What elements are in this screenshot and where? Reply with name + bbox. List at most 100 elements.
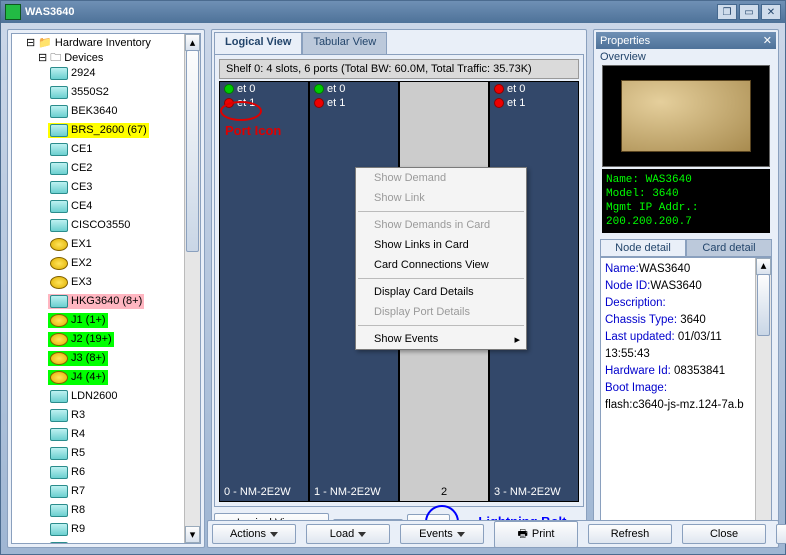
- menu-item: Show Link: [356, 188, 526, 208]
- tree-item[interactable]: BEK3640: [48, 104, 119, 119]
- tree-item-label: LDN2600: [71, 389, 117, 404]
- tree-item[interactable]: EX2: [48, 256, 94, 271]
- port[interactable]: et 1: [310, 96, 398, 110]
- tree-item[interactable]: CISCO3550: [48, 218, 132, 233]
- tab-node-detail[interactable]: Node detail: [600, 239, 686, 257]
- tree-item[interactable]: HKG3640 (8+): [48, 294, 144, 309]
- device-tree[interactable]: ⊟ 📁 Hardware Inventory ⊟ 🗀 Devices 2924 3…: [11, 33, 201, 544]
- close-window-button[interactable]: ✕: [761, 4, 781, 20]
- overview-stats: Name: WAS3640 Model: 3640 Mgmt IP Addr.:…: [602, 169, 770, 233]
- help-button[interactable]: Help: [776, 524, 786, 544]
- port-status-icon: [494, 84, 504, 94]
- events-menu-button[interactable]: Events: [400, 524, 484, 544]
- port-status-icon: [314, 98, 324, 108]
- menu-item[interactable]: Display Card Details: [356, 282, 526, 302]
- tree-item[interactable]: J4 (4+): [48, 370, 108, 385]
- tab-logical-view[interactable]: Logical View: [214, 32, 302, 54]
- tree-item[interactable]: CE4: [48, 199, 94, 214]
- port[interactable]: et 0: [490, 82, 578, 96]
- tree-item-label: BRS_2600 (67): [71, 123, 147, 138]
- tree-item-label: BEK3640: [71, 104, 117, 119]
- detail-scrollbar[interactable]: ▴ ▾: [755, 258, 771, 540]
- titlebar: WAS3640 ❐ ▭ ✕: [1, 1, 785, 23]
- overview-image: [602, 65, 770, 167]
- tree-item[interactable]: CE1: [48, 142, 94, 157]
- tree-item[interactable]: R9: [48, 522, 87, 537]
- tree-item[interactable]: EX3: [48, 275, 94, 290]
- shelf-area: Shelf 0: 4 slots, 6 ports (Total BW: 60.…: [214, 54, 584, 507]
- menu-item[interactable]: Card Connections View: [356, 255, 526, 275]
- scroll-up-button[interactable]: ▴: [756, 258, 771, 275]
- properties-close-icon[interactable]: ✕: [763, 34, 772, 47]
- tree-item[interactable]: J1 (1+): [48, 313, 108, 328]
- slot-card[interactable]: et 0et 10 - NM-2E2W: [220, 82, 308, 501]
- device-icon: [50, 257, 68, 270]
- tree-item[interactable]: 3550S2: [48, 85, 111, 100]
- actions-menu-button[interactable]: Actions: [212, 524, 296, 544]
- maximize-button[interactable]: ▭: [739, 4, 759, 20]
- tree-item[interactable]: 2924: [48, 66, 97, 81]
- tab-card-detail[interactable]: Card detail: [686, 239, 772, 257]
- port-label: et 1: [327, 97, 345, 109]
- device-icon: [50, 523, 68, 536]
- tree-scrollbar[interactable]: ▴ ▾: [184, 34, 200, 543]
- refresh-button[interactable]: Refresh: [588, 524, 672, 544]
- close-button[interactable]: Close: [682, 524, 766, 544]
- tree-item[interactable]: R3: [48, 408, 87, 423]
- menu-separator: [358, 325, 524, 326]
- detail-tabs: Node detail Card detail: [600, 239, 772, 257]
- port-icon-annotation-circle: [220, 101, 262, 121]
- body: ⊟ 📁 Hardware Inventory ⊟ 🗀 Devices 2924 3…: [1, 23, 785, 554]
- tree-item[interactable]: R6: [48, 465, 87, 480]
- tree-item-label: 2924: [71, 66, 95, 81]
- port[interactable]: et 1: [490, 96, 578, 110]
- tree-item[interactable]: R4: [48, 427, 87, 442]
- tree-item[interactable]: R7: [48, 484, 87, 499]
- scroll-up-button[interactable]: ▴: [185, 34, 200, 51]
- device-icon: [50, 504, 68, 517]
- tree-item[interactable]: LDN2600: [48, 389, 119, 404]
- tab-tabular-view[interactable]: Tabular View: [302, 32, 387, 54]
- device-icon: [50, 238, 68, 251]
- menu-item: Show Demands in Card: [356, 215, 526, 235]
- device-icon: [50, 219, 68, 232]
- tree-root[interactable]: ⊟ 📁 Hardware Inventory: [24, 36, 153, 51]
- tree-item[interactable]: BRS_2600 (67): [48, 123, 149, 138]
- shelf-header: Shelf 0: 4 slots, 6 ports (Total BW: 60.…: [219, 59, 579, 79]
- port-icon-annotation-label: Port Icon: [225, 123, 281, 138]
- menu-item: Show Demand: [356, 168, 526, 188]
- tree-item-label: CE3: [71, 180, 92, 195]
- tree-item[interactable]: EX1: [48, 237, 94, 252]
- tree-item-label: R9: [71, 522, 85, 537]
- menu-item[interactable]: Show Links in Card: [356, 235, 526, 255]
- tree-item-label: J4 (4+): [71, 370, 106, 385]
- tree-item-label: J2 (19+): [71, 332, 112, 347]
- tree-item[interactable]: R10: [48, 541, 93, 544]
- device-icon: [50, 162, 68, 175]
- menu-item[interactable]: Show Events▸: [356, 329, 526, 349]
- undock-button[interactable]: ❐: [717, 4, 737, 20]
- triangle-down-icon: [270, 532, 278, 537]
- tree-item-label: R8: [71, 503, 85, 518]
- tree-item[interactable]: J2 (19+): [48, 332, 114, 347]
- scroll-thumb[interactable]: [186, 50, 199, 252]
- tree-item-label: EX1: [71, 237, 92, 252]
- bottom-toolbar: Actions Load Events 🖶Print Refresh Close…: [207, 520, 779, 548]
- scroll-thumb[interactable]: [757, 274, 770, 336]
- device-icon: [50, 276, 68, 289]
- tree-item-label: R4: [71, 427, 85, 442]
- load-menu-button[interactable]: Load: [306, 524, 390, 544]
- tree-item[interactable]: J3 (8+): [48, 351, 108, 366]
- properties-header: Properties ✕: [596, 32, 776, 49]
- tree-item[interactable]: CE2: [48, 161, 94, 176]
- tree-item[interactable]: CE3: [48, 180, 94, 195]
- menu-separator: [358, 211, 524, 212]
- scroll-down-button[interactable]: ▾: [185, 526, 200, 543]
- port[interactable]: et 0: [310, 82, 398, 96]
- tree-devices[interactable]: ⊟ 🗀 Devices: [36, 51, 105, 66]
- print-button[interactable]: 🖶Print: [494, 521, 578, 548]
- tree-item[interactable]: R8: [48, 503, 87, 518]
- tree-item[interactable]: R5: [48, 446, 87, 461]
- port[interactable]: et 0: [220, 82, 308, 96]
- device-icon: [50, 447, 68, 460]
